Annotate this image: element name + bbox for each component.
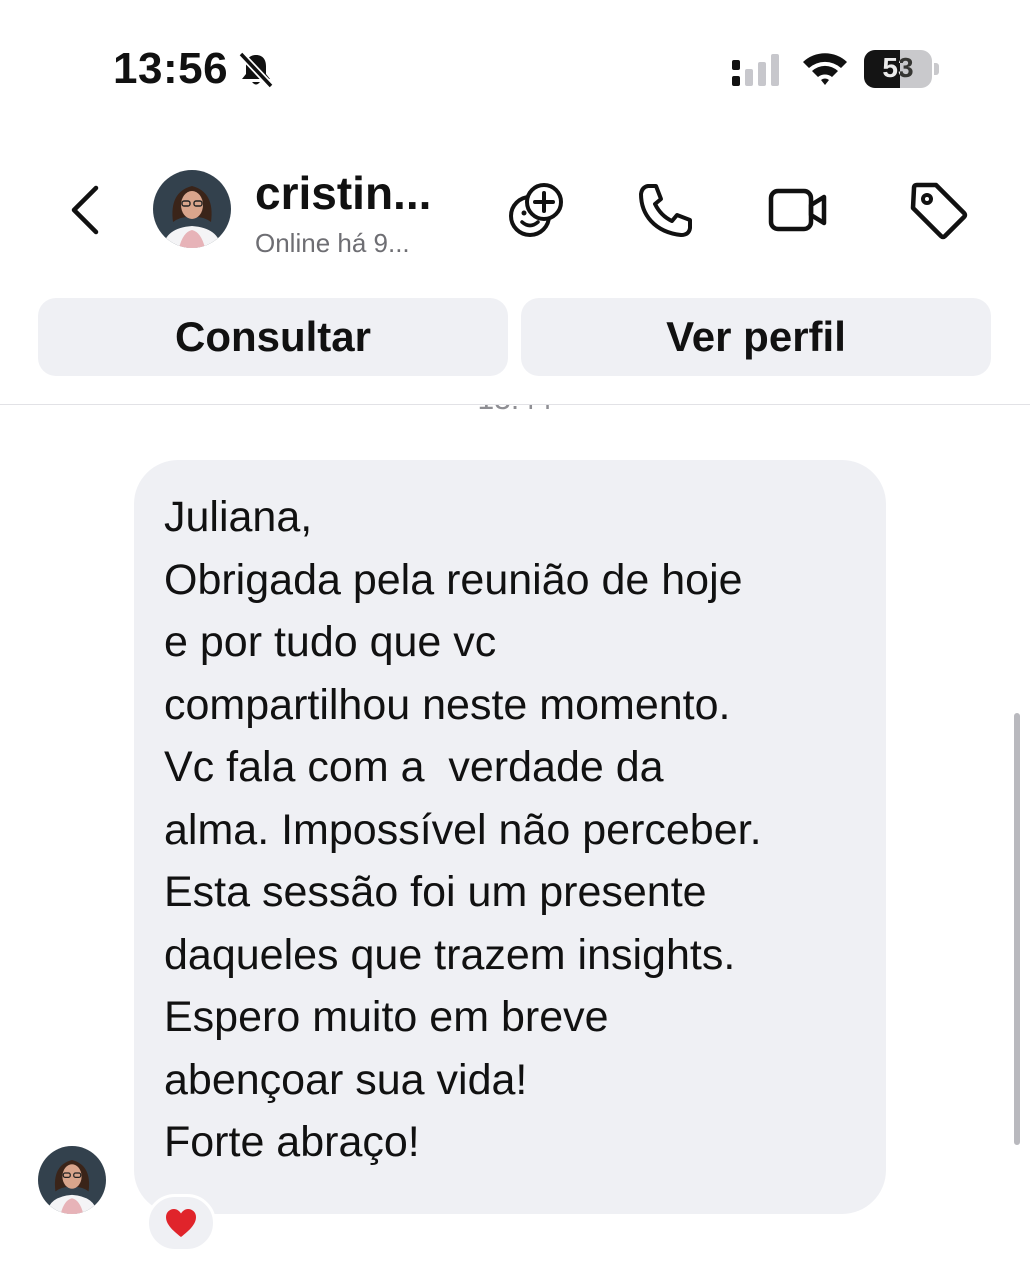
chat-header: cristin... Online há 9... [0, 150, 1030, 270]
wifi-icon [803, 53, 847, 85]
view-profile-button[interactable]: Ver perfil [521, 298, 991, 376]
consult-button[interactable]: Consultar [38, 298, 508, 376]
bell-muted-icon [238, 51, 274, 89]
video-icon[interactable] [766, 178, 830, 242]
message-text: Juliana, Obrigada pela reunião de hoje e… [164, 493, 762, 1166]
contact-status: Online há 9... [255, 228, 410, 258]
sender-avatar[interactable] [38, 1146, 106, 1214]
back-chevron-icon[interactable] [58, 180, 118, 240]
avatar[interactable] [153, 170, 231, 248]
heart-icon [166, 1209, 196, 1237]
contact-name[interactable]: cristin... [255, 166, 431, 220]
scrollbar[interactable] [1014, 713, 1020, 1145]
message-bubble[interactable]: Juliana, Obrigada pela reunião de hoje e… [134, 460, 886, 1214]
heart-reaction[interactable] [146, 1194, 216, 1252]
tag-icon[interactable] [906, 178, 970, 242]
chat-thread[interactable]: 13:44 Juliana, Obrigada pela reunião de … [0, 405, 1030, 1280]
message-timestamp: 13:44 [0, 405, 1030, 417]
battery-icon: 53 [864, 50, 940, 88]
status-time: 13:56 [113, 44, 229, 93]
status-bar: 13:56 53 [0, 0, 1030, 130]
battery-level: 53 [882, 52, 914, 83]
action-buttons: Consultar Ver perfil [0, 298, 1030, 378]
signal-icon [732, 54, 779, 86]
group-add-icon[interactable] [504, 178, 568, 242]
phone-icon[interactable] [634, 178, 698, 242]
